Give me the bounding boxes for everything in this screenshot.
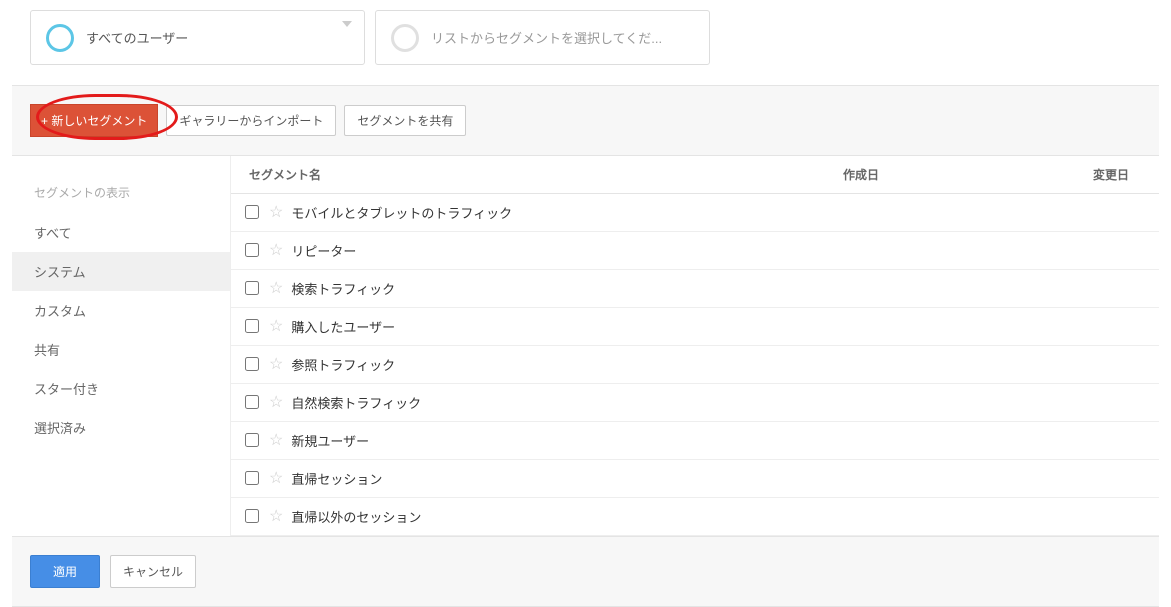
sidebar-item-shared[interactable]: 共有 — [12, 330, 230, 369]
row-checkbox[interactable] — [245, 281, 259, 295]
main-area: セグメント名 作成日 変更日 ☆モバイルとタブレットのトラフィック☆リピーター☆… — [230, 156, 1159, 536]
share-segment-button[interactable]: セグメントを共有 — [344, 105, 466, 136]
row-checkbox[interactable] — [245, 243, 259, 257]
row-name-label: 検索トラフィック — [291, 279, 395, 298]
table-row[interactable]: ☆ 直帰以外のセッション — [231, 498, 1159, 536]
star-icon[interactable]: ☆ — [269, 509, 283, 525]
row-name-label: モバイルとタブレットのトラフィック — [291, 203, 512, 222]
star-icon[interactable]: ☆ — [269, 433, 283, 449]
row-name-label: 購入したユーザー — [291, 317, 395, 336]
add-segment-placeholder: リストからセグメントを選択してくだ... — [431, 28, 662, 47]
star-icon[interactable]: ☆ — [269, 205, 283, 221]
active-segment-pill[interactable]: すべてのユーザー — [30, 10, 365, 65]
sidebar-item-system[interactable]: システム — [12, 252, 230, 291]
sidebar-item-starred[interactable]: スター付き — [12, 369, 230, 408]
row-name-label: 自然検索トラフィック — [291, 393, 421, 412]
row-checkbox[interactable] — [245, 471, 259, 485]
table-row[interactable]: ☆ 購入したユーザー — [231, 308, 1159, 346]
star-icon[interactable]: ☆ — [269, 471, 283, 487]
sidebar-title: セグメントの表示 — [12, 176, 230, 213]
segment-placeholder-circle-icon — [391, 24, 419, 52]
row-name-label: リピーター — [291, 241, 356, 260]
table-row[interactable]: ☆ モバイルとタブレットのトラフィック — [231, 194, 1159, 232]
table-row[interactable]: ☆ 検索トラフィック — [231, 270, 1159, 308]
apply-button[interactable]: 適用 — [30, 555, 100, 588]
row-checkbox[interactable] — [245, 357, 259, 371]
top-segment-bar: すべてのユーザー リストからセグメントを選択してくだ... — [0, 0, 1171, 85]
row-checkbox[interactable] — [245, 319, 259, 333]
star-icon[interactable]: ☆ — [269, 395, 283, 411]
add-segment-pill[interactable]: リストからセグメントを選択してくだ... — [375, 10, 710, 65]
table-row[interactable]: ☆ 直帰セッション — [231, 460, 1159, 498]
row-name-label: 直帰以外のセッション — [291, 507, 421, 526]
import-gallery-button[interactable]: ギャラリーからインポート — [166, 105, 336, 136]
footer: 適用 キャンセル — [12, 536, 1159, 606]
toolbar: + 新しいセグメント ギャラリーからインポート セグメントを共有 — [12, 86, 1159, 155]
sidebar-item-custom[interactable]: カスタム — [12, 291, 230, 330]
table-row[interactable]: ☆ 自然検索トラフィック — [231, 384, 1159, 422]
th-modified[interactable]: 変更日 — [1079, 156, 1159, 193]
row-checkbox[interactable] — [245, 433, 259, 447]
th-segment-name[interactable]: セグメント名 — [231, 156, 829, 193]
sidebar-item-selected[interactable]: 選択済み — [12, 408, 230, 447]
star-icon[interactable]: ☆ — [269, 243, 283, 259]
table-row[interactable]: ☆ リピーター — [231, 232, 1159, 270]
row-name-label: 新規ユーザー — [291, 431, 369, 450]
sidebar: セグメントの表示 すべて システム カスタム 共有 スター付き 選択済み — [12, 156, 230, 536]
star-icon[interactable]: ☆ — [269, 319, 283, 335]
th-created[interactable]: 作成日 — [829, 156, 1079, 193]
table-row[interactable]: ☆ 参照トラフィック — [231, 346, 1159, 384]
segment-panel: + 新しいセグメント ギャラリーからインポート セグメントを共有 セグメントの表… — [12, 85, 1159, 607]
cancel-button[interactable]: キャンセル — [110, 555, 196, 588]
content-area: セグメントの表示 すべて システム カスタム 共有 スター付き 選択済み セグメ… — [12, 155, 1159, 536]
table-body: ☆ モバイルとタブレットのトラフィック ☆ リピーター ☆ 検索トラフィック ☆ 購入したユー… — [231, 194, 1159, 536]
new-segment-button[interactable]: + 新しいセグメント — [30, 104, 158, 137]
active-segment-label: すべてのユーザー — [86, 28, 188, 47]
table-header: セグメント名 作成日 変更日 — [231, 156, 1159, 194]
row-checkbox[interactable] — [245, 395, 259, 409]
row-name-label: 直帰セッション — [291, 469, 382, 488]
row-name-label: 参照トラフィック — [291, 355, 395, 374]
chevron-down-icon — [342, 21, 352, 27]
row-checkbox[interactable] — [245, 205, 259, 219]
star-icon[interactable]: ☆ — [269, 281, 283, 297]
sidebar-item-all[interactable]: すべて — [12, 213, 230, 252]
table-row[interactable]: ☆ 新規ユーザー — [231, 422, 1159, 460]
row-checkbox[interactable] — [245, 509, 259, 523]
segment-circle-icon — [46, 24, 74, 52]
star-icon[interactable]: ☆ — [269, 357, 283, 373]
